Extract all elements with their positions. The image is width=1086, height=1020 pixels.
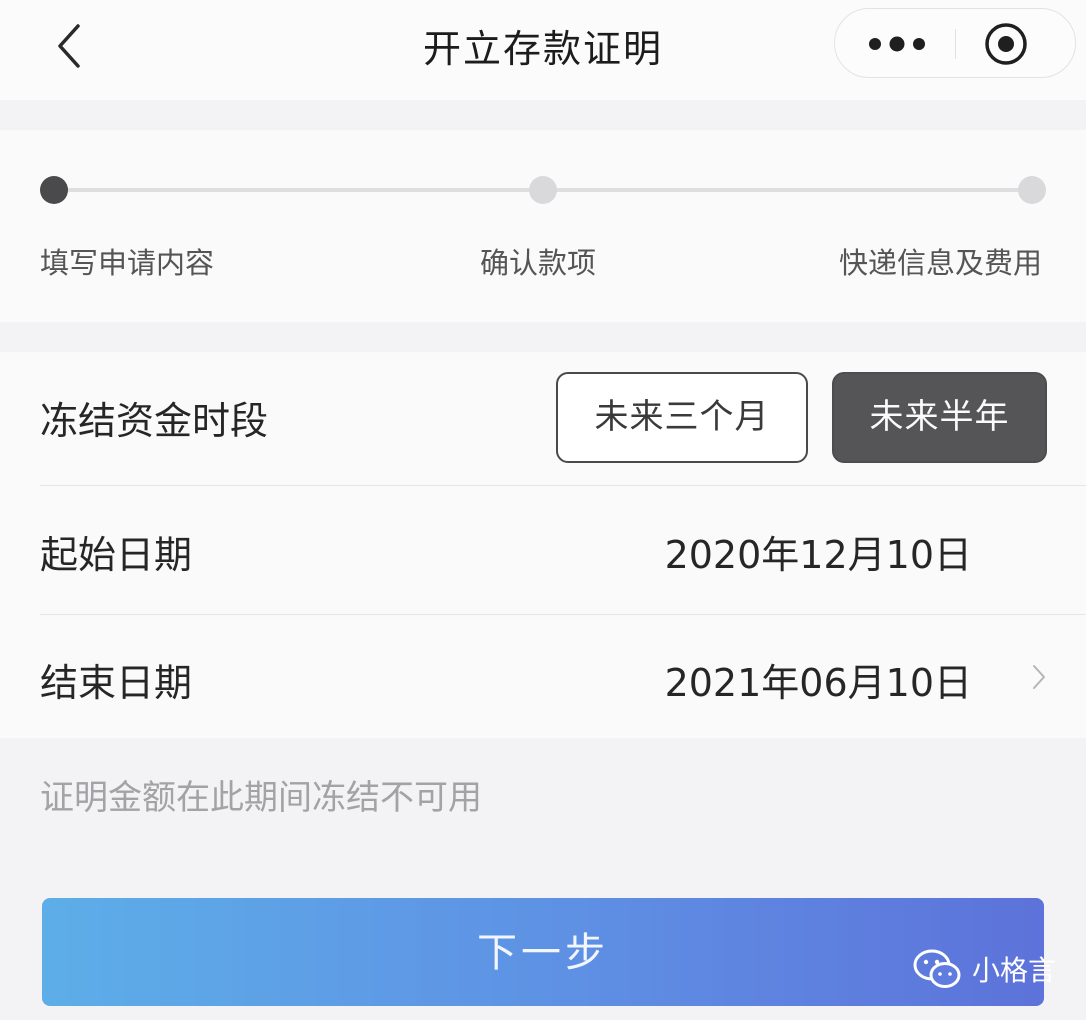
mini-program-capsule [834, 8, 1076, 78]
capsule-divider [955, 29, 956, 59]
freeze-period-label: 冻结资金时段 [40, 399, 269, 443]
close-miniprogram-button[interactable] [983, 21, 1029, 67]
step-label-2: 确认款项 [480, 246, 597, 280]
watermark: 小格言 [912, 944, 1056, 994]
option-three-months[interactable]: 未来三个月 [556, 372, 808, 463]
step-label-1: 填写申请内容 [40, 246, 215, 280]
next-step-button[interactable]: 下一步 [42, 898, 1044, 1006]
progress-steps: 填写申请内容 确认款项 快递信息及费用 [0, 130, 1086, 322]
nav-bar: 开立存款证明 [0, 0, 1086, 100]
end-date-label: 结束日期 [40, 661, 193, 705]
step-dot-2 [529, 176, 557, 204]
row-divider [40, 485, 1086, 486]
row-divider [40, 614, 1086, 615]
wechat-icon [913, 949, 961, 988]
freeze-note: 证明金额在此期间冻结不可用 [40, 778, 482, 818]
target-circle-icon [985, 23, 1027, 65]
start-date-value: 2020年12月10日 [664, 533, 972, 577]
more-button[interactable] [865, 27, 929, 61]
chevron-right-icon [1033, 665, 1045, 689]
more-dots-icon [869, 36, 925, 52]
end-date-picker-button[interactable] [1030, 662, 1048, 692]
option-half-year[interactable]: 未来半年 [832, 372, 1047, 463]
deposit-form: 冻结资金时段 未来三个月 未来半年 起始日期 2020年12月10日 结束日期 … [0, 352, 1086, 738]
step-dot-3 [1018, 176, 1046, 204]
step-label-3: 快递信息及费用 [838, 246, 1042, 280]
start-date-label: 起始日期 [40, 533, 193, 577]
step-dot-1 [40, 176, 68, 204]
end-date-value[interactable]: 2021年06月10日 [665, 652, 972, 707]
watermark-text: 小格言 [972, 954, 1057, 987]
